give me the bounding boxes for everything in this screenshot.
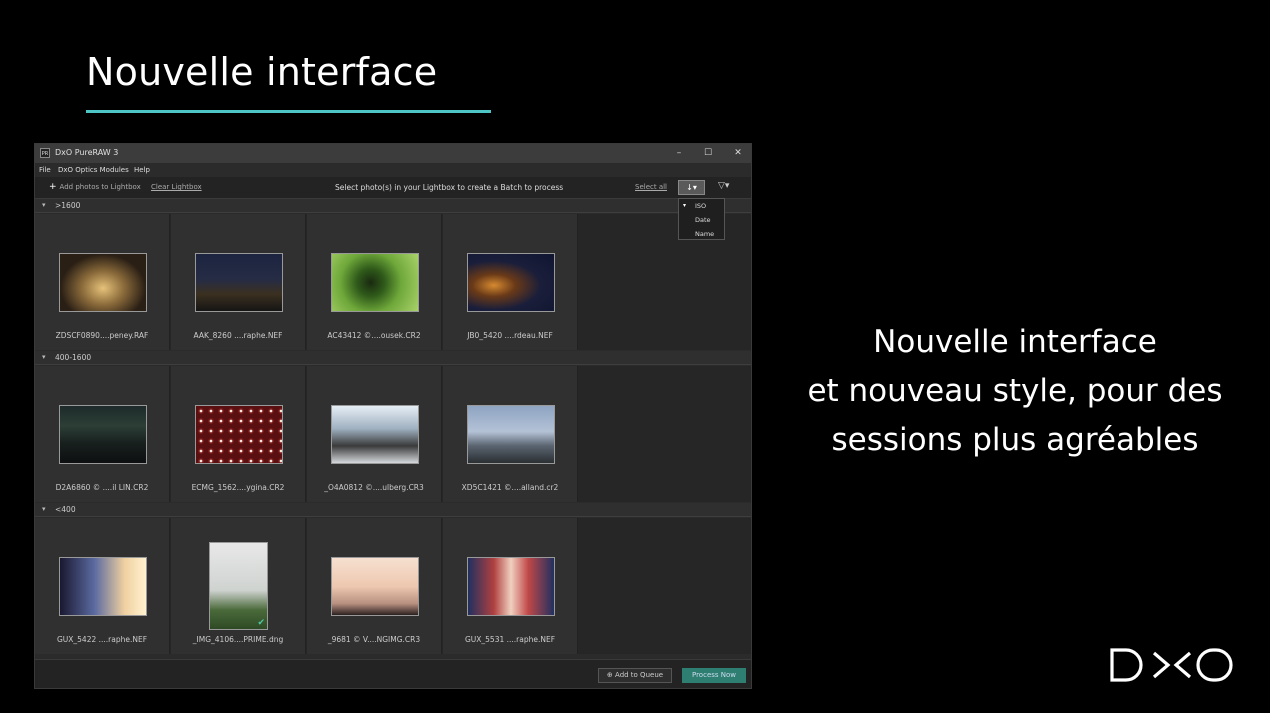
menu-help[interactable]: Help (134, 166, 150, 174)
menu-bar: File DxO Optics Modules Help (35, 163, 751, 177)
menu-file[interactable]: File (39, 166, 51, 174)
sort-dropdown: ▾ ISO Date Name (678, 198, 725, 240)
photo-tile[interactable]: XD5C1421 ©....alland.cr2 (443, 366, 578, 502)
photo-filename: ECMG_1562....ygina.CR2 (191, 483, 285, 492)
photo-filename: AAK_8260 ....raphe.NEF (193, 331, 283, 340)
slide-title: Nouvelle interface (86, 50, 438, 94)
process-now-button[interactable]: Process Now (682, 668, 746, 683)
filter-icon: ▽▾ (718, 181, 730, 191)
photo-thumbnail (467, 557, 555, 616)
title-underline (86, 110, 491, 113)
sort-icon: ↓▾ (686, 183, 697, 192)
photo-tile[interactable]: _O4A0812 ©....ulberg.CR3 (307, 366, 442, 502)
clear-lightbox-link[interactable]: Clear Lightbox (151, 183, 202, 191)
photo-thumbnail (59, 557, 147, 616)
collapse-caret-icon[interactable]: ▾ (42, 201, 46, 209)
photo-thumbnail: ✔ (209, 542, 268, 630)
photo-thumbnail (467, 405, 555, 464)
description-line-3: sessions plus agréables (831, 422, 1199, 458)
add-to-queue-button[interactable]: ⊕ Add to Queue (598, 668, 672, 683)
section-label: 400-1600 (55, 353, 92, 362)
photo-tile[interactable]: _9681 © V....NGIMG.CR3 (307, 518, 442, 654)
dxo-logo (1110, 648, 1233, 682)
sort-option-date[interactable]: Date (695, 216, 711, 224)
photo-filename: ZDSCF0890....peney.RAF (55, 331, 149, 340)
app-title: DxO PureRAW 3 (55, 148, 119, 157)
photo-tile[interactable]: D2A6860 © ....il LIN.CR2 (35, 366, 170, 502)
photo-thumbnail (467, 253, 555, 312)
plus-circle-icon: ⊕ (606, 671, 613, 679)
photo-tile[interactable]: GUX_5422 ....raphe.NEF (35, 518, 170, 654)
photo-tile[interactable]: AAK_8260 ....raphe.NEF (171, 214, 306, 350)
sort-option-iso[interactable]: ISO (695, 202, 706, 210)
app-icon: PR (40, 148, 50, 158)
section-label: <400 (55, 505, 76, 514)
photo-filename: GUX_5422 ....raphe.NEF (56, 635, 148, 644)
selected-checkmark-icon: ✔ (257, 618, 265, 628)
close-button[interactable]: ✕ (728, 146, 748, 160)
app-window: PR DxO PureRAW 3 – ☐ ✕ File DxO Optics M… (34, 143, 752, 689)
collapse-caret-icon[interactable]: ▾ (42, 353, 46, 361)
photo-filename: AC43412 ©....ousek.CR2 (327, 331, 421, 340)
photo-filename: JB0_5420 ....rdeau.NEF (467, 331, 553, 340)
add-photos-label: Add photos to Lightbox (59, 183, 141, 191)
minimize-button[interactable]: – (669, 146, 689, 160)
photo-filename: _IMG_4106....PRIME.dng (192, 635, 284, 644)
add-photos-button[interactable]: + Add photos to Lightbox (49, 182, 141, 192)
photo-grid-row: ZDSCF0890....peney.RAF AAK_8260 ....raph… (35, 214, 751, 350)
description-line-2: et nouveau style, pour des (807, 373, 1223, 409)
section-header-iso-low[interactable]: ▾ <400 (35, 503, 751, 517)
photo-thumbnail (331, 557, 419, 616)
selected-check-icon: ▾ (683, 202, 687, 209)
sort-button[interactable]: ↓▾ (678, 180, 705, 195)
plus-icon: + (49, 182, 57, 192)
photo-grid-row: GUX_5422 ....raphe.NEF ✔ _IMG_4106....PR… (35, 518, 751, 654)
photo-filename: D2A6860 © ....il LIN.CR2 (55, 483, 149, 492)
add-to-queue-label: Add to Queue (615, 671, 664, 679)
section-header-iso-mid[interactable]: ▾ 400-1600 (35, 351, 751, 365)
section-label: >1600 (55, 201, 81, 210)
instruction-text: Select photo(s) in your Lightbox to crea… (335, 183, 564, 192)
slide-description: Nouvelle interface et nouveau style, pou… (770, 318, 1260, 465)
photo-tile[interactable]: JB0_5420 ....rdeau.NEF (443, 214, 578, 350)
title-bar[interactable]: PR DxO PureRAW 3 – ☐ ✕ (35, 144, 751, 163)
collapse-caret-icon[interactable]: ▾ (42, 505, 46, 513)
photo-filename: GUX_5531 ....raphe.NEF (464, 635, 556, 644)
section-header-iso-high[interactable]: ▾ >1600 (35, 199, 751, 213)
maximize-button[interactable]: ☐ (698, 146, 718, 160)
photo-filename: _O4A0812 ©....ulberg.CR3 (324, 483, 424, 492)
sort-option-name[interactable]: Name (695, 230, 714, 238)
photo-tile[interactable]: GUX_5531 ....raphe.NEF (443, 518, 578, 654)
photo-thumbnail (331, 253, 419, 312)
photo-filename: XD5C1421 ©....alland.cr2 (461, 483, 559, 492)
menu-dxo-optics-modules[interactable]: DxO Optics Modules (58, 166, 129, 174)
photo-tile[interactable]: ✔ _IMG_4106....PRIME.dng (171, 518, 306, 654)
description-line-1: Nouvelle interface (873, 324, 1157, 360)
photo-thumbnail (331, 405, 419, 464)
toolbar: + Add photos to Lightbox Clear Lightbox S… (35, 177, 751, 199)
footer-bar: ⊕ Add to Queue Process Now (35, 659, 751, 688)
photo-thumbnail (59, 253, 147, 312)
photo-tile[interactable]: ECMG_1562....ygina.CR2 (171, 366, 306, 502)
photo-tile[interactable]: AC43412 ©....ousek.CR2 (307, 214, 442, 350)
photo-tile[interactable]: ZDSCF0890....peney.RAF (35, 214, 170, 350)
filter-button[interactable]: ▽▾ (718, 181, 729, 191)
photo-filename: _9681 © V....NGIMG.CR3 (327, 635, 421, 644)
photo-thumbnail (195, 253, 283, 312)
photo-grid-row: D2A6860 © ....il LIN.CR2 ECMG_1562....yg… (35, 366, 751, 502)
photo-thumbnail (59, 405, 147, 464)
photo-thumbnail (195, 405, 283, 464)
select-all-link[interactable]: Select all (635, 183, 667, 191)
